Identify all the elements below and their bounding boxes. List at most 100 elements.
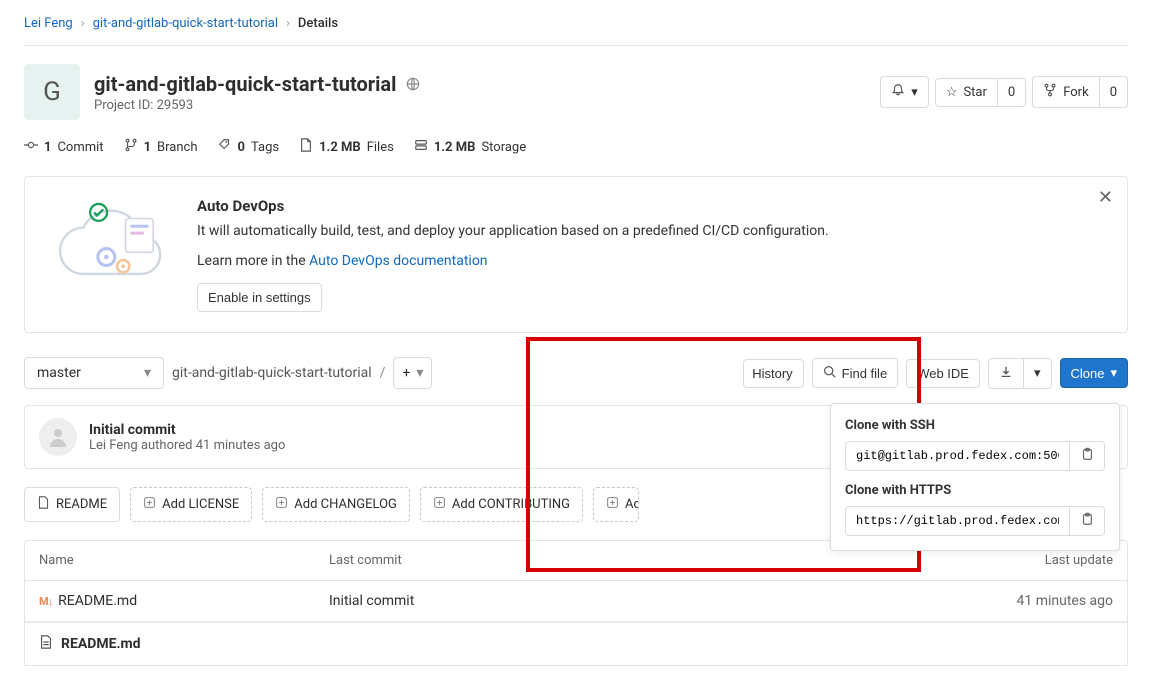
stat-storage[interactable]: 1.2 MB Storage: [414, 138, 526, 156]
storage-icon: [414, 138, 428, 156]
repo-controls: master ▾ git-and-gitlab-quick-start-tuto…: [24, 357, 1128, 389]
web-ide-button[interactable]: Web IDE: [906, 359, 980, 388]
clone-ssh-input[interactable]: [845, 441, 1070, 471]
stat-commits[interactable]: 1 Commit: [24, 138, 104, 156]
readme-panel-header: README.md: [24, 623, 1128, 666]
stat-tags[interactable]: 0 Tags: [218, 138, 280, 156]
file-tree-table: Name Last commit Last update M↓README.md…: [24, 540, 1128, 623]
star-count[interactable]: 0: [997, 78, 1026, 107]
plus-box-icon: [275, 496, 288, 513]
auto-devops-illustration: [49, 197, 169, 297]
star-button[interactable]: ☆ Star: [935, 78, 997, 107]
file-name: README.md: [58, 593, 137, 609]
branch-select-value: master: [37, 365, 81, 381]
file-icon: [39, 635, 53, 653]
stat-files[interactable]: 1.2 MB Files: [299, 138, 394, 156]
commit-authored-text: authored: [138, 438, 196, 453]
chevron-down-icon: ▾: [1034, 365, 1041, 381]
file-commit: Initial commit: [329, 593, 963, 609]
project-avatar: G: [24, 64, 80, 120]
history-button[interactable]: History: [743, 359, 803, 388]
commits-label: Commit: [57, 140, 103, 155]
table-header-update: Last update: [963, 553, 1113, 568]
commits-value: 1: [44, 140, 51, 155]
fork-label: Fork: [1063, 85, 1088, 100]
clipboard-icon: [1080, 512, 1094, 530]
chevron-right-icon: ›: [286, 16, 290, 31]
auto-devops-desc: It will automatically build, test, and d…: [197, 223, 829, 239]
add-changelog-button[interactable]: Add CHANGELOG: [262, 487, 410, 522]
plus-icon: +: [402, 365, 410, 381]
markdown-file-icon: M↓: [39, 595, 52, 608]
path-separator: /: [380, 365, 386, 381]
clone-button[interactable]: Clone ▾: [1060, 358, 1129, 388]
repo-path[interactable]: git-and-gitlab-quick-start-tutorial: [172, 365, 372, 381]
project-title: git-and-gitlab-quick-start-tutorial: [94, 72, 396, 96]
auto-devops-doc-link[interactable]: Auto DevOps documentation: [309, 253, 487, 269]
notification-button[interactable]: ▾: [880, 76, 929, 108]
find-file-label: Find file: [842, 366, 888, 381]
commit-icon: [24, 138, 38, 156]
file-icon: [37, 496, 50, 513]
file-update: 41 minutes ago: [963, 593, 1113, 609]
project-stats: 1 Commit 1 Branch 0 Tags 1.2 MB Files 1.…: [24, 138, 1128, 156]
add-kubernetes-label: Ad: [625, 497, 639, 512]
add-license-label: Add LICENSE: [162, 497, 239, 512]
add-license-button[interactable]: Add LICENSE: [130, 487, 252, 522]
project-header: G git-and-gitlab-quick-start-tutorial Pr…: [24, 64, 1128, 120]
add-contributing-label: Add CONTRIBUTING: [452, 497, 570, 512]
find-file-button[interactable]: Find file: [812, 358, 899, 388]
breadcrumb-owner[interactable]: Lei Feng: [24, 16, 73, 31]
chevron-down-icon: ▾: [144, 365, 151, 381]
clone-https-title: Clone with HTTPS: [845, 483, 1105, 498]
commit-message[interactable]: Initial commit: [89, 422, 285, 438]
copy-ssh-button[interactable]: [1070, 441, 1105, 471]
star-icon: ☆: [946, 85, 958, 100]
plus-box-icon: [433, 496, 446, 513]
branches-label: Branch: [157, 140, 197, 155]
auto-devops-title: Auto DevOps: [197, 197, 829, 215]
branch-select[interactable]: master ▾: [24, 357, 164, 389]
search-icon: [823, 365, 836, 381]
globe-icon: [406, 77, 420, 95]
plus-box-icon: [143, 496, 156, 513]
fork-icon: [1043, 83, 1057, 101]
file-icon: [299, 138, 313, 156]
commit-author[interactable]: Lei Feng: [89, 438, 138, 453]
project-id-label: Project ID: 29593: [94, 98, 420, 113]
chevron-right-icon: ›: [81, 16, 85, 31]
add-kubernetes-button[interactable]: Ad: [593, 487, 639, 522]
auto-devops-learn: Learn more in the Auto DevOps documentat…: [197, 253, 829, 269]
clone-ssh-title: Clone with SSH: [845, 418, 1105, 433]
copy-https-button[interactable]: [1070, 506, 1105, 536]
branch-icon: [124, 138, 138, 156]
close-icon[interactable]: ✕: [1098, 187, 1113, 208]
tag-icon: [218, 138, 232, 156]
readme-button[interactable]: README: [24, 487, 120, 522]
breadcrumb-current: Details: [298, 16, 338, 31]
table-header-commit: Last commit: [329, 553, 963, 568]
fork-button[interactable]: Fork: [1032, 76, 1098, 108]
commit-author-avatar: [39, 418, 77, 456]
download-icon: [999, 365, 1013, 382]
add-changelog-label: Add CHANGELOG: [294, 497, 397, 512]
plus-box-icon: [606, 496, 619, 513]
clone-https-input[interactable]: [845, 506, 1070, 536]
stat-branches[interactable]: 1 Branch: [124, 138, 198, 156]
clone-dropdown-pane: Clone with SSH Clone with HTTPS: [830, 403, 1120, 551]
add-contributing-button[interactable]: Add CONTRIBUTING: [420, 487, 583, 522]
readme-label: README: [56, 497, 107, 512]
tags-value: 0: [238, 140, 245, 155]
breadcrumb-project[interactable]: git-and-gitlab-quick-start-tutorial: [93, 16, 278, 31]
download-dropdown[interactable]: ▾: [1023, 358, 1052, 389]
commit-time: 41 minutes ago: [196, 438, 286, 453]
table-row[interactable]: M↓ README.md Initial commit 41 minutes ag…: [25, 581, 1127, 622]
bell-icon: [891, 83, 905, 101]
branches-value: 1: [144, 140, 151, 155]
fork-count[interactable]: 0: [1099, 76, 1128, 108]
readme-filename: README.md: [61, 636, 141, 652]
download-button[interactable]: [988, 358, 1023, 389]
files-label: Files: [367, 140, 394, 155]
add-file-dropdown[interactable]: + ▾: [393, 357, 432, 389]
enable-devops-button[interactable]: Enable in settings: [197, 283, 322, 312]
